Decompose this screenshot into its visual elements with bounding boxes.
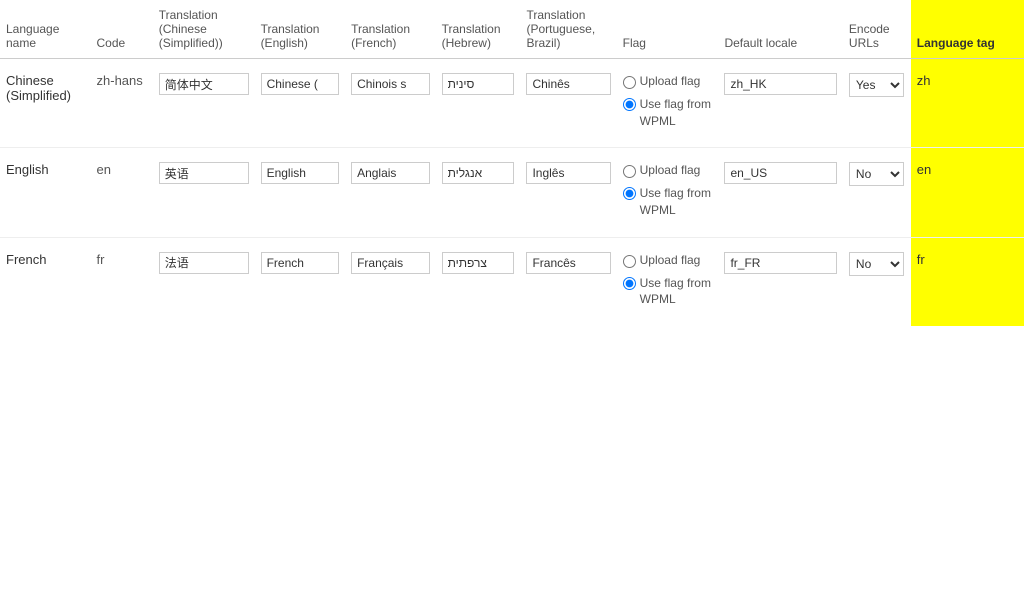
flag-cell: Upload flag Use flag from WPML <box>617 237 719 326</box>
translation-pt-input[interactable] <box>526 252 610 274</box>
header-trans-he: Translation (Hebrew) <box>436 0 521 59</box>
encode-urls-cell: YesNo <box>843 237 911 326</box>
header-trans-pt: Translation (Portuguese, Brazil) <box>520 0 616 59</box>
translation-he-input[interactable] <box>442 73 515 95</box>
upload-flag-radio[interactable] <box>623 165 636 178</box>
flag-cell: Upload flag Use flag from WPML <box>617 148 719 237</box>
translation-he-input[interactable] <box>442 252 515 274</box>
table-row: French fr Upload flag Use flag from WPML Yes… <box>0 237 1024 326</box>
wpml-flag-label: Use flag from WPML <box>640 275 713 309</box>
language-code-cell: fr <box>91 237 153 326</box>
default-locale-input[interactable] <box>724 252 836 274</box>
translation-he-input-cell <box>436 148 521 237</box>
translation-en-input-cell <box>255 59 346 148</box>
header-language-tag: Language tag <box>911 0 1024 59</box>
table-row: Chinese (Simplified) zh-hans Upload flag Us… <box>0 59 1024 148</box>
language-name: French <box>6 252 46 267</box>
translation-fr-input[interactable] <box>351 162 430 184</box>
translation-fr-input-cell <box>345 59 436 148</box>
language-name-cell: French <box>0 237 91 326</box>
languages-table-container: Language name Code Translation (Chinese … <box>0 0 1024 326</box>
upload-flag-radio[interactable] <box>623 76 636 89</box>
default-locale-cell <box>718 148 842 237</box>
translation-he-input-cell <box>436 59 521 148</box>
table-header-row: Language name Code Translation (Chinese … <box>0 0 1024 59</box>
language-tag-value: fr <box>917 252 925 267</box>
language-code-cell: zh-hans <box>91 59 153 148</box>
language-code: fr <box>97 252 105 267</box>
upload-flag-radio[interactable] <box>623 255 636 268</box>
encode-urls-select[interactable]: YesNo <box>849 162 904 186</box>
wpml-flag-radio[interactable] <box>623 98 636 111</box>
upload-flag-label: Upload flag <box>640 73 701 90</box>
translation-pt-input[interactable] <box>526 162 610 184</box>
translation-pt-input-cell <box>520 59 616 148</box>
encode-urls-cell: YesNo <box>843 59 911 148</box>
encode-urls-cell: YesNo <box>843 148 911 237</box>
upload-flag-label: Upload flag <box>640 252 701 269</box>
language-name-cell: English <box>0 148 91 237</box>
language-tag-cell: fr <box>911 237 1024 326</box>
language-tag-cell: zh <box>911 59 1024 148</box>
language-code-cell: en <box>91 148 153 237</box>
table-row: English en Upload flag Use flag from WPML Ye… <box>0 148 1024 237</box>
translation-zh-input[interactable] <box>159 73 249 95</box>
translation-he-input[interactable] <box>442 162 515 184</box>
translation-zh-input[interactable] <box>159 162 249 184</box>
translation-zh-input-cell <box>153 148 255 237</box>
translation-he-input-cell <box>436 237 521 326</box>
flag-cell: Upload flag Use flag from WPML <box>617 59 719 148</box>
translation-en-input[interactable] <box>261 252 340 274</box>
language-tag-value: zh <box>917 73 931 88</box>
translation-fr-input-cell <box>345 148 436 237</box>
translation-pt-input[interactable] <box>526 73 610 95</box>
wpml-flag-radio[interactable] <box>623 187 636 200</box>
header-trans-zh: Translation (Chinese (Simplified)) <box>153 0 255 59</box>
default-locale-cell <box>718 59 842 148</box>
encode-urls-select[interactable]: YesNo <box>849 73 904 97</box>
header-trans-fr: Translation (French) <box>345 0 436 59</box>
header-flag: Flag <box>617 0 719 59</box>
translation-en-input-cell <box>255 237 346 326</box>
header-code: Code <box>91 0 153 59</box>
translation-pt-input-cell <box>520 148 616 237</box>
language-code: zh-hans <box>97 73 143 88</box>
wpml-flag-label: Use flag from WPML <box>640 185 713 219</box>
language-name: English <box>6 162 49 177</box>
language-code: en <box>97 162 111 177</box>
translation-pt-input-cell <box>520 237 616 326</box>
upload-flag-label: Upload flag <box>640 162 701 179</box>
header-default-locale: Default locale <box>718 0 842 59</box>
header-trans-en: Translation (English) <box>255 0 346 59</box>
encode-urls-select[interactable]: YesNo <box>849 252 904 276</box>
default-locale-input[interactable] <box>724 73 836 95</box>
translation-fr-input[interactable] <box>351 252 430 274</box>
translation-zh-input-cell <box>153 237 255 326</box>
translation-en-input[interactable] <box>261 162 340 184</box>
language-tag-cell: en <box>911 148 1024 237</box>
wpml-flag-label: Use flag from WPML <box>640 96 713 130</box>
header-language-name: Language name <box>0 0 91 59</box>
translation-en-input[interactable] <box>261 73 340 95</box>
default-locale-cell <box>718 237 842 326</box>
header-encode-urls: Encode URLs <box>843 0 911 59</box>
translation-fr-input[interactable] <box>351 73 430 95</box>
languages-table: Language name Code Translation (Chinese … <box>0 0 1024 326</box>
translation-en-input-cell <box>255 148 346 237</box>
wpml-flag-radio[interactable] <box>623 277 636 290</box>
translation-fr-input-cell <box>345 237 436 326</box>
language-name: Chinese (Simplified) <box>6 73 71 103</box>
translation-zh-input-cell <box>153 59 255 148</box>
language-tag-value: en <box>917 162 931 177</box>
translation-zh-input[interactable] <box>159 252 249 274</box>
language-name-cell: Chinese (Simplified) <box>0 59 91 148</box>
default-locale-input[interactable] <box>724 162 836 184</box>
